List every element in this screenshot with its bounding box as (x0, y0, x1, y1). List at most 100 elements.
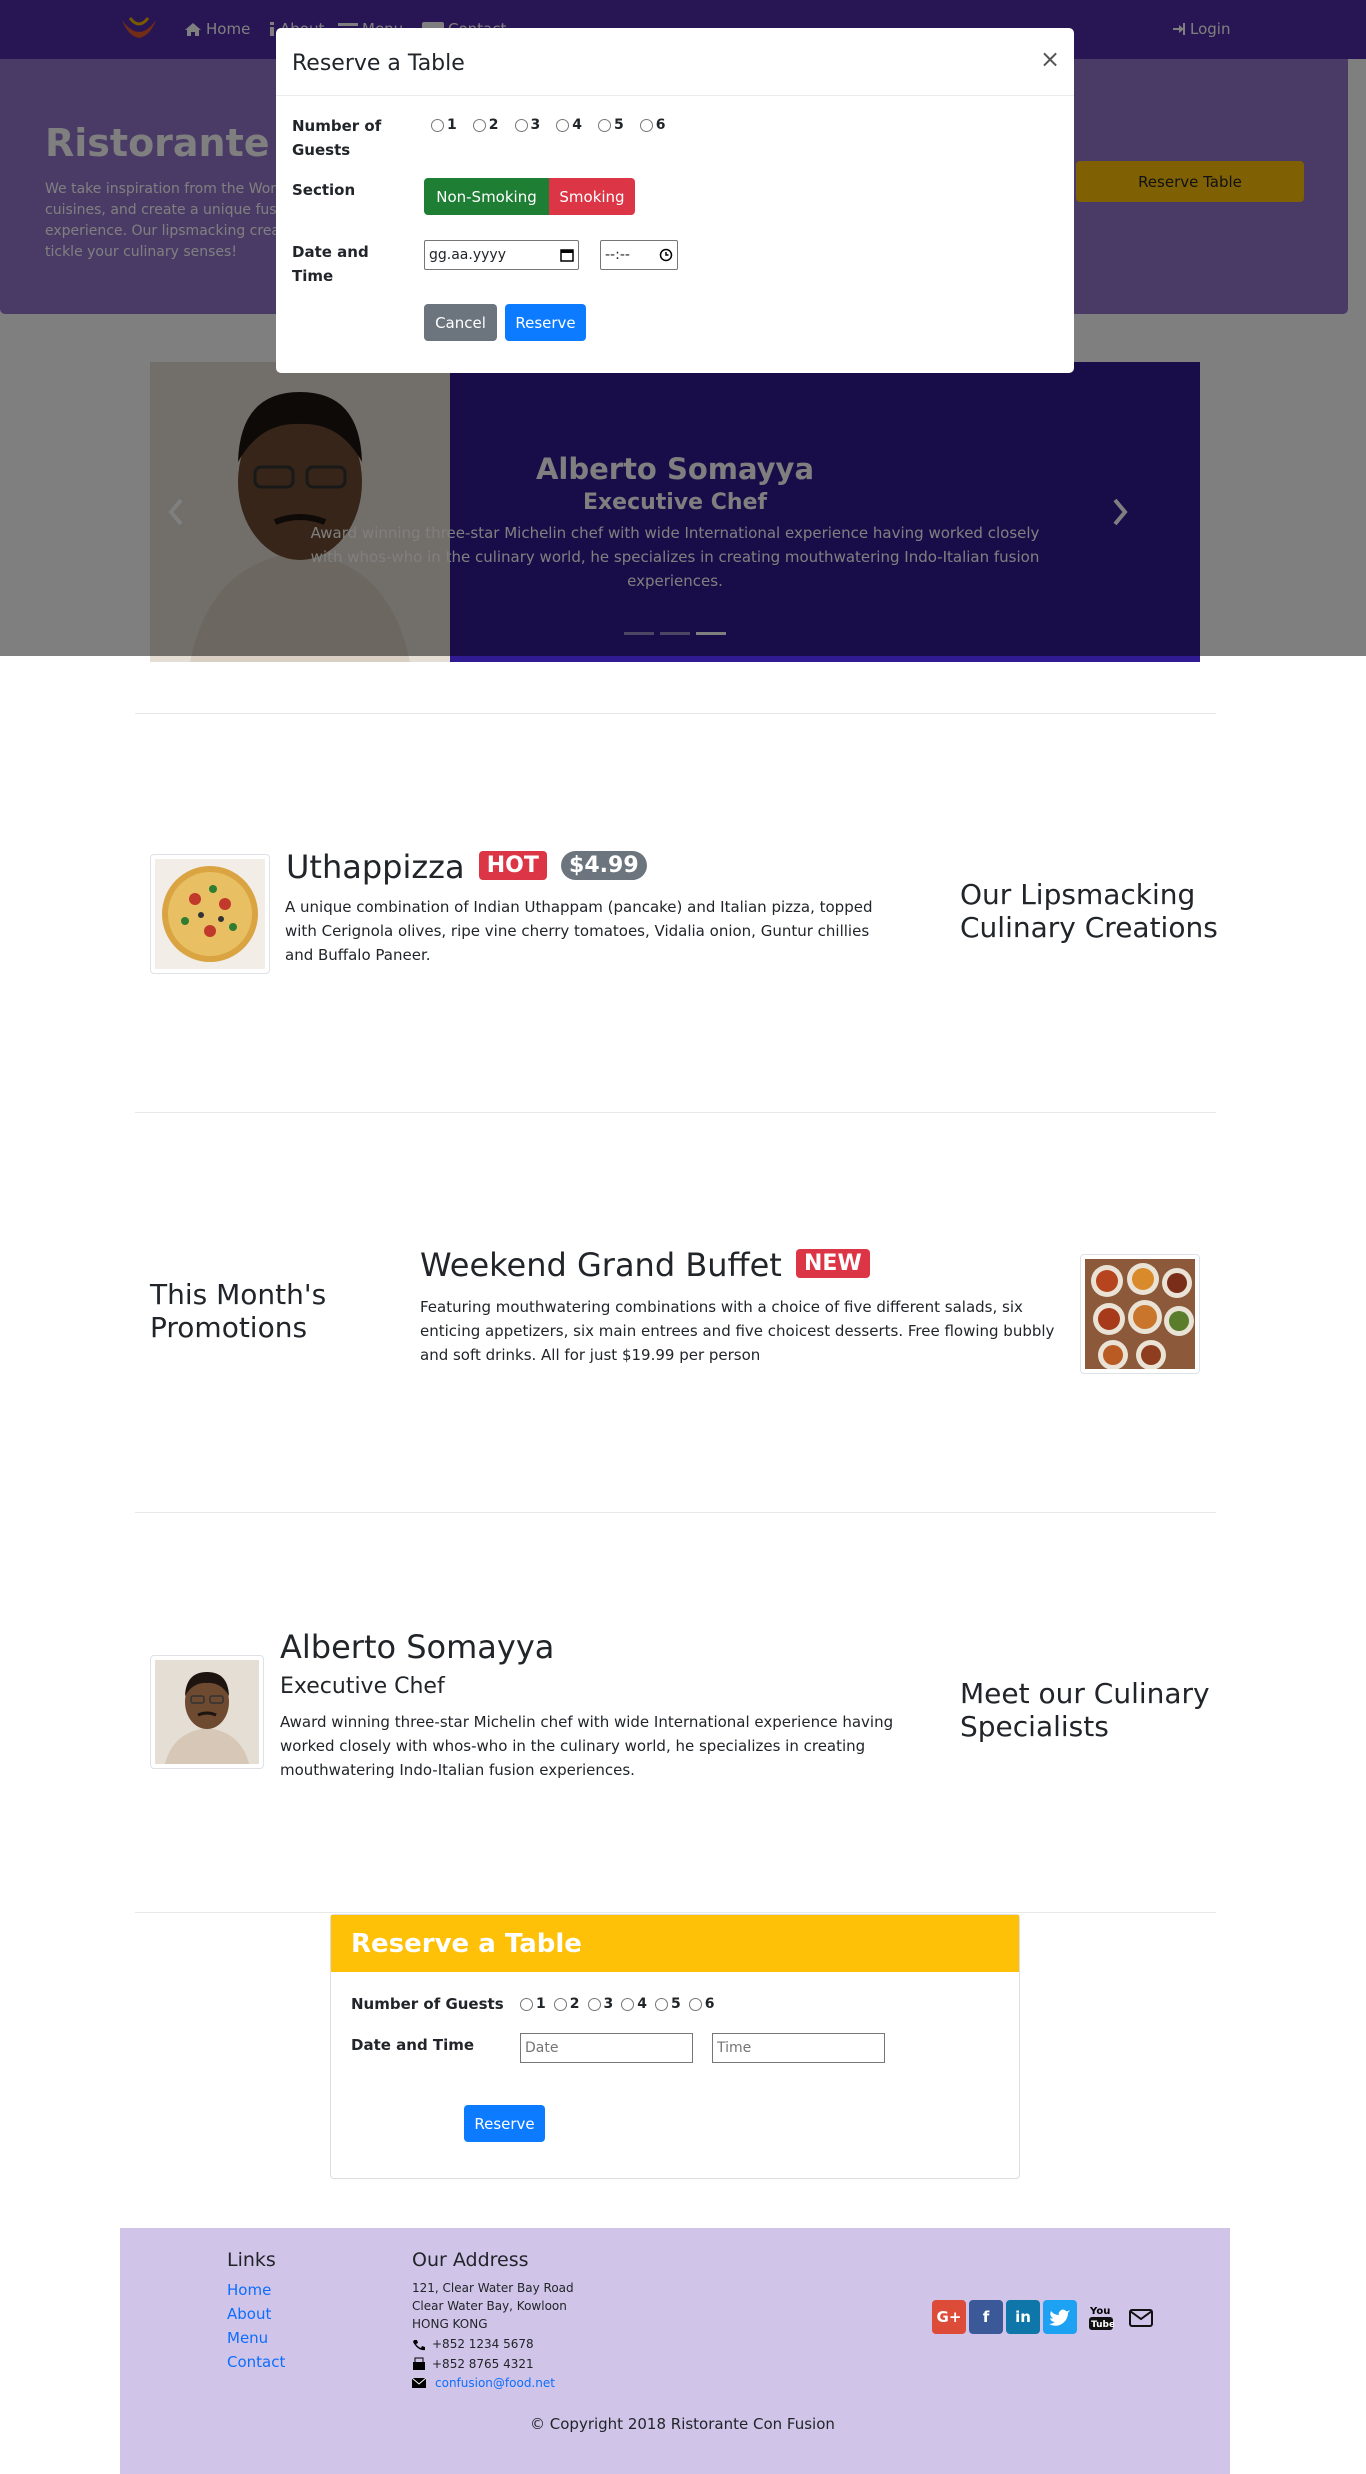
guests-label: Number of Guests (292, 117, 382, 159)
leader-image (150, 1655, 264, 1769)
mail-icon[interactable] (1129, 2309, 1153, 2327)
guests-option-label: 5 (671, 1996, 681, 2012)
promo-title: Weekend Grand Buffet NEW (420, 1246, 870, 1284)
guests-radio-group: 1 2 3 4 5 6 (431, 117, 682, 133)
radio-button[interactable] (553, 1997, 567, 2011)
guests-option-label: 4 (572, 117, 582, 133)
phone-icon (413, 2340, 425, 2351)
guests-option[interactable]: 2 (553, 1996, 580, 2012)
youtube-icon[interactable]: You Tube (1088, 2303, 1114, 2331)
footer-link-home[interactable]: Home (227, 2281, 271, 2299)
calendar-icon[interactable] (560, 248, 574, 262)
guests-option[interactable]: 4 (621, 1996, 647, 2012)
radio-button[interactable] (556, 118, 570, 132)
footer (120, 2228, 1230, 2474)
email-link[interactable]: confusion@food.net (435, 2374, 555, 2392)
dish-name: Uthappizza (286, 848, 465, 886)
divider (135, 1112, 1216, 1113)
fax-icon (413, 2357, 425, 2370)
card-date-input[interactable] (520, 2033, 693, 2063)
address-line: Clear Water Bay, Kowloon (412, 2299, 567, 2313)
guests-option[interactable]: 5 (598, 117, 624, 133)
section-label: Section (292, 181, 356, 199)
hot-badge: HOT (478, 851, 547, 880)
promo-name: Weekend Grand Buffet (420, 1246, 782, 1284)
time-value: --:-- (605, 247, 630, 263)
reserve-modal: Reserve a Table × Number of Guests 1 2 3… (276, 28, 1074, 373)
radio-button[interactable] (587, 1997, 601, 2011)
guests-option-label: 1 (447, 117, 457, 133)
close-icon[interactable]: × (1040, 45, 1060, 73)
fax-number: +852 8765 4321 (432, 2357, 534, 2371)
footer-link-contact[interactable]: Contact (227, 2353, 285, 2371)
radio-button[interactable] (431, 118, 444, 132)
footer-address-title: Our Address (412, 2249, 529, 2271)
guests-option[interactable]: 6 (688, 1996, 715, 2012)
guests-option[interactable]: 3 (587, 1996, 613, 2012)
time-input[interactable]: --:-- (600, 240, 678, 270)
facebook-icon[interactable]: f (969, 2300, 1003, 2334)
card-guests-label: Number of Guests (351, 1995, 504, 2013)
linkedin-icon[interactable]: in (1006, 2300, 1040, 2334)
guests-option-label: 3 (530, 117, 541, 133)
card-reserve-button[interactable]: Reserve (464, 2105, 545, 2142)
non-smoking-button[interactable]: Non-Smoking (424, 178, 549, 215)
guests-option-label: 2 (569, 1996, 580, 2012)
date-input[interactable]: gg.aa.yyyy (424, 240, 579, 270)
divider (135, 1512, 1216, 1513)
google-plus-icon[interactable]: G+ (932, 2300, 966, 2334)
leader-section-heading: Meet our Culinary Specialists (960, 1677, 1210, 1743)
dish-title: Uthappizza HOT $4.99 (286, 848, 647, 886)
dish-description: A unique combination of Indian Uthappam … (285, 898, 873, 964)
svg-text:You: You (1089, 2306, 1110, 2317)
radio-button[interactable] (598, 118, 611, 132)
radio-button[interactable] (621, 1997, 635, 2011)
card-time-input[interactable] (712, 2033, 885, 2063)
twitter-icon[interactable] (1043, 2300, 1077, 2334)
guests-option[interactable]: 5 (655, 1996, 681, 2012)
reserve-button[interactable]: Reserve (505, 304, 586, 341)
radio-button[interactable] (514, 118, 528, 132)
guests-option-label: 4 (637, 1996, 647, 2012)
promo-section-heading: This Month's Promotions (150, 1278, 327, 1344)
clock-icon[interactable] (659, 248, 673, 262)
guests-option[interactable]: 3 (514, 117, 541, 133)
card-datetime-label: Date and Time (351, 2036, 475, 2054)
dish-section-heading: Our Lipsmacking Culinary Creations (960, 878, 1218, 944)
guests-option[interactable]: 1 (431, 117, 457, 133)
address-line: HONG KONG (412, 2317, 488, 2331)
date-value: gg.aa.yyyy (429, 247, 506, 263)
phone-number: +852 1234 5678 (432, 2337, 534, 2351)
leader-description: Award winning three-star Michelin chef w… (280, 1713, 894, 1779)
address-line: 121, Clear Water Bay Road (412, 2281, 574, 2295)
guests-option[interactable]: 6 (639, 117, 666, 133)
promo-description: Featuring mouthwatering combinations wit… (420, 1298, 1055, 1364)
footer-link-about[interactable]: About (227, 2305, 271, 2323)
envelope-icon (412, 2378, 426, 2388)
divider (135, 1912, 1216, 1913)
cancel-button[interactable]: Cancel (424, 304, 497, 341)
guests-option-label: 5 (614, 117, 624, 133)
guests-option[interactable]: 1 (520, 1996, 546, 2012)
radio-button[interactable] (655, 1997, 668, 2011)
footer-links-title: Links (227, 2249, 276, 2271)
radio-button[interactable] (472, 118, 486, 132)
reserve-card-title: Reserve a Table (351, 1929, 582, 1959)
guests-option[interactable]: 2 (472, 117, 499, 133)
leader-name: Alberto Somayya (280, 1628, 555, 1666)
buffet-image (1080, 1254, 1200, 1374)
modal-header: Reserve a Table × (276, 28, 1074, 96)
divider (135, 713, 1216, 714)
reserve-card-header: Reserve a Table (331, 1915, 1019, 1972)
radio-button[interactable] (639, 118, 653, 132)
guests-option-label: 6 (704, 1996, 715, 2012)
footer-link-menu[interactable]: Menu (227, 2329, 268, 2347)
guests-option-label: 1 (536, 1996, 546, 2012)
radio-button[interactable] (688, 1997, 702, 2011)
new-badge: NEW (796, 1249, 870, 1278)
smoking-button[interactable]: Smoking (549, 178, 635, 215)
card-guests-radio-group: 1 2 3 4 5 6 (520, 1996, 723, 2012)
guests-option[interactable]: 4 (556, 117, 582, 133)
radio-button[interactable] (520, 1997, 533, 2011)
dish-image (150, 854, 270, 974)
